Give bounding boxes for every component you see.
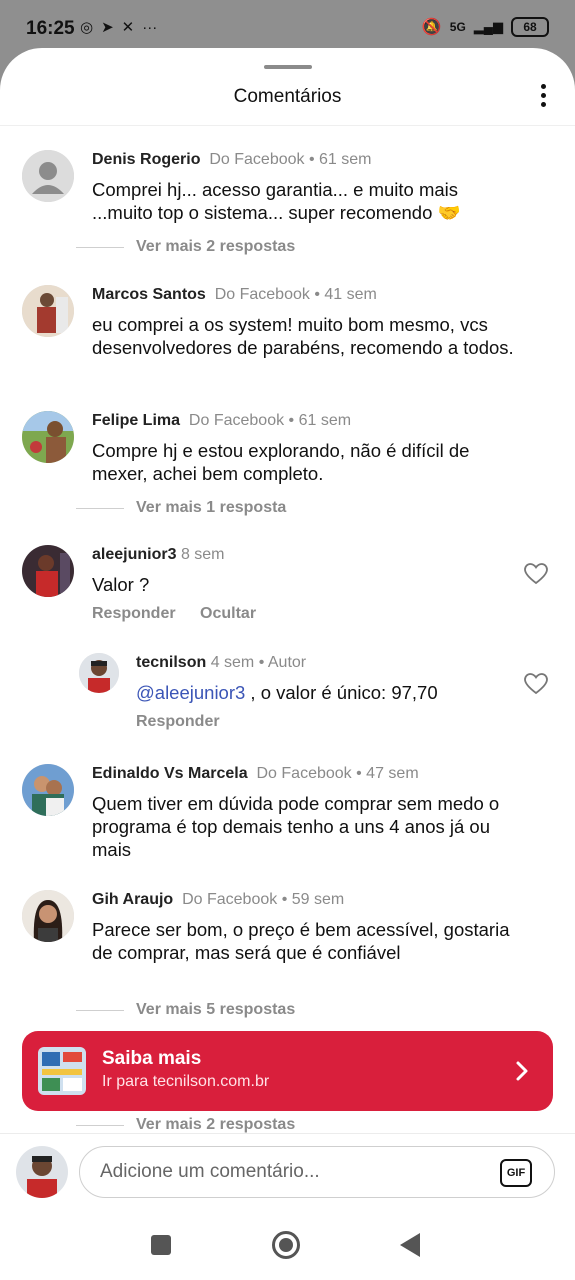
- comment-author[interactable]: Gih Araujo: [92, 891, 173, 908]
- view-replies-label: Ver mais 5 respostas: [136, 1001, 296, 1018]
- drag-handle[interactable]: [264, 65, 312, 69]
- view-replies-button[interactable]: Ver mais 5 respostas: [76, 1001, 295, 1019]
- system-icons: 🔕 5G ▂▄▆ 68: [422, 17, 549, 37]
- avatar[interactable]: [22, 764, 74, 816]
- comment-text: eu comprei a os system! muito bom mesmo,…: [92, 314, 514, 358]
- recent-apps-icon[interactable]: [151, 1235, 171, 1255]
- comment-body: Gih Araujo Do Facebook • 59 sem Parece s…: [92, 890, 522, 964]
- current-user-avatar: [16, 1146, 68, 1198]
- back-icon[interactable]: [400, 1233, 420, 1257]
- comment-author[interactable]: Marcos Santos: [92, 286, 206, 303]
- comment-time: 61 sem: [319, 151, 372, 168]
- more-notifications-icon: ···: [142, 19, 158, 36]
- capcut-icon: ✕: [121, 19, 135, 36]
- promo-title: Saiba mais: [102, 1048, 202, 1069]
- reply-body: tecnilson 4 sem • Autor @aleejunior3 , o…: [136, 653, 516, 731]
- comment-author[interactable]: Felipe Lima: [92, 412, 180, 429]
- signal-icon: ▂▄▆: [473, 19, 503, 34]
- comment-source: Do Facebook: [256, 765, 352, 782]
- telegram-icon: ➤: [101, 19, 114, 36]
- view-replies-label: Ver mais 2 respostas: [136, 238, 296, 255]
- mute-icon: 🔕: [421, 19, 442, 36]
- comment-text: Valor ?: [92, 574, 150, 595]
- reply-time: 4 sem: [210, 654, 255, 671]
- comment-time: 8 sem: [180, 546, 225, 563]
- avatar[interactable]: [79, 653, 119, 693]
- status-time: 16:25: [26, 18, 75, 39]
- comment-author[interactable]: Edinaldo Vs Marcela: [92, 765, 248, 782]
- avatar[interactable]: [22, 150, 74, 202]
- more-options-icon[interactable]: [539, 84, 547, 110]
- view-replies-button[interactable]: Ver mais 2 respostas: [76, 1116, 295, 1134]
- comment-text: Quem tiver em dúvida pode comprar sem me…: [92, 793, 500, 860]
- view-replies-label: Ver mais 1 resposta: [136, 499, 287, 516]
- replies-line: [76, 1124, 124, 1126]
- view-replies-label: Ver mais 2 respostas: [136, 1116, 296, 1133]
- comment-source: Do Facebook: [182, 891, 278, 908]
- notification-icons: ◎ ➤ ✕ ···: [80, 19, 157, 37]
- avatar[interactable]: [22, 890, 74, 942]
- author-badge: Autor: [267, 654, 307, 671]
- network-label: 5G: [449, 20, 466, 34]
- system-nav-bar: [0, 1211, 575, 1280]
- comment-author[interactable]: aleejunior3: [92, 546, 176, 563]
- replies-line: [76, 1009, 124, 1011]
- view-replies-button[interactable]: Ver mais 1 resposta: [76, 499, 286, 517]
- comment-composer: GIF: [0, 1133, 575, 1211]
- home-icon[interactable]: [272, 1231, 300, 1259]
- hide-button[interactable]: Ocultar: [200, 605, 256, 622]
- reply-meta: tecnilson 4 sem • Autor: [136, 654, 307, 671]
- chevron-right-icon: [516, 1061, 528, 1081]
- comment-source: Do Facebook: [188, 412, 285, 429]
- comment-source: Do Facebook: [214, 286, 310, 303]
- like-heart-icon[interactable]: [524, 673, 548, 695]
- comment-text: Parece ser bom, o preço é bem acessível,…: [92, 919, 510, 963]
- comment-meta: Denis Rogerio Do Facebook • 61 sem: [92, 151, 372, 168]
- like-heart-icon[interactable]: [524, 563, 548, 585]
- comment-input[interactable]: [79, 1146, 555, 1198]
- comment-time: 59 sem: [291, 891, 345, 908]
- replies-line: [76, 246, 124, 248]
- avatar[interactable]: [22, 545, 74, 597]
- comment-text: Compre hj e estou explorando, não é difí…: [92, 440, 470, 484]
- view-replies-button[interactable]: Ver mais 2 respostas: [76, 238, 295, 256]
- reply-button[interactable]: Responder: [136, 713, 220, 730]
- comment-meta: Gih Araujo Do Facebook • 59 sem: [92, 891, 345, 908]
- comments-sheet: Comentários Denis Rogerio Do Facebook • …: [0, 48, 575, 1280]
- promo-link-text: Ir para tecnilson.com.br: [102, 1073, 270, 1090]
- learn-more-banner[interactable]: Saiba mais Ir para tecnilson.com.br: [22, 1031, 553, 1111]
- comment-actions: Responder Ocultar: [92, 605, 522, 623]
- avatar[interactable]: [22, 285, 74, 337]
- comment-author[interactable]: Denis Rogerio: [92, 151, 200, 168]
- reply-text: @aleejunior3 , o valor é único: 97,70: [136, 681, 516, 704]
- comment-meta: Marcos Santos Do Facebook • 41 sem: [92, 286, 377, 303]
- comment-source: Do Facebook: [209, 151, 305, 168]
- reply-author[interactable]: tecnilson: [136, 654, 206, 671]
- comment-text: Comprei hj... acesso garantia... e muito…: [92, 179, 461, 223]
- title-divider: [0, 125, 575, 126]
- battery-indicator: 68: [511, 17, 549, 37]
- comment-body: Edinaldo Vs Marcela Do Facebook • 47 sem…: [92, 764, 522, 861]
- comment-meta: aleejunior3 8 sem: [92, 545, 522, 565]
- comment-time: 61 sem: [298, 412, 352, 429]
- reply-actions: Responder: [136, 713, 516, 731]
- comment-time: 47 sem: [366, 765, 419, 782]
- reply-text-content: , o valor é único: 97,70: [245, 682, 438, 703]
- comment-meta: Felipe Lima Do Facebook • 61 sem: [92, 412, 352, 429]
- promo-thumbnail: [38, 1047, 86, 1095]
- replies-line: [76, 507, 124, 509]
- gif-button[interactable]: GIF: [500, 1159, 532, 1187]
- comment-body: aleejunior3 8 sem Valor ? Responder Ocul…: [92, 545, 522, 623]
- avatar[interactable]: [22, 411, 74, 463]
- comment-body: Marcos Santos Do Facebook • 41 sem eu co…: [92, 285, 522, 359]
- reply-button[interactable]: Responder: [92, 605, 176, 622]
- comment-meta: Edinaldo Vs Marcela Do Facebook • 47 sem: [92, 765, 419, 782]
- comment-body: Felipe Lima Do Facebook • 61 sem Compre …: [92, 411, 522, 485]
- sheet-title: Comentários: [233, 86, 342, 107]
- comment-time: 41 sem: [324, 286, 377, 303]
- instagram-icon: ◎: [80, 19, 94, 36]
- user-mention-link[interactable]: @aleejunior3: [136, 682, 245, 703]
- comment-body: Denis Rogerio Do Facebook • 61 sem Compr…: [92, 150, 522, 224]
